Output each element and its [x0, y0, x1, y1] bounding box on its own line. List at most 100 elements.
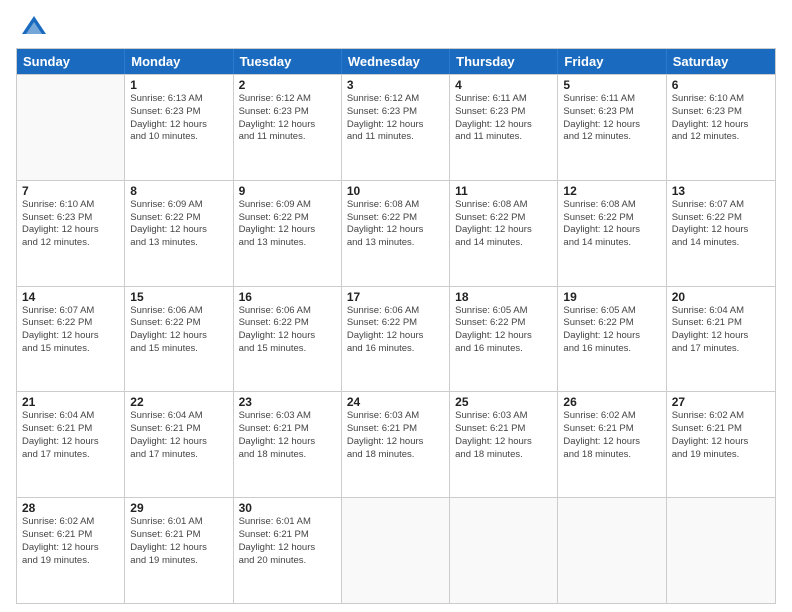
day-number: 16: [239, 290, 336, 304]
day-info: Sunrise: 6:06 AM Sunset: 6:22 PM Dayligh…: [239, 305, 336, 356]
cal-week-3: 14Sunrise: 6:07 AM Sunset: 6:22 PM Dayli…: [17, 286, 775, 392]
cal-cell: 27Sunrise: 6:02 AM Sunset: 6:21 PM Dayli…: [667, 392, 775, 497]
day-info: Sunrise: 6:06 AM Sunset: 6:22 PM Dayligh…: [130, 305, 227, 356]
day-info: Sunrise: 6:11 AM Sunset: 6:23 PM Dayligh…: [563, 93, 660, 144]
cal-cell: 1Sunrise: 6:13 AM Sunset: 6:23 PM Daylig…: [125, 75, 233, 180]
day-info: Sunrise: 6:08 AM Sunset: 6:22 PM Dayligh…: [347, 199, 444, 250]
calendar-header: SundayMondayTuesdayWednesdayThursdayFrid…: [17, 49, 775, 74]
cal-header-tuesday: Tuesday: [234, 49, 342, 74]
cal-cell: 8Sunrise: 6:09 AM Sunset: 6:22 PM Daylig…: [125, 181, 233, 286]
cal-cell: 9Sunrise: 6:09 AM Sunset: 6:22 PM Daylig…: [234, 181, 342, 286]
cal-cell: 17Sunrise: 6:06 AM Sunset: 6:22 PM Dayli…: [342, 287, 450, 392]
day-number: 29: [130, 501, 227, 515]
day-info: Sunrise: 6:07 AM Sunset: 6:22 PM Dayligh…: [22, 305, 119, 356]
cal-cell: 29Sunrise: 6:01 AM Sunset: 6:21 PM Dayli…: [125, 498, 233, 603]
cal-cell: 11Sunrise: 6:08 AM Sunset: 6:22 PM Dayli…: [450, 181, 558, 286]
day-info: Sunrise: 6:08 AM Sunset: 6:22 PM Dayligh…: [455, 199, 552, 250]
cal-cell: 24Sunrise: 6:03 AM Sunset: 6:21 PM Dayli…: [342, 392, 450, 497]
day-number: 23: [239, 395, 336, 409]
day-number: 8: [130, 184, 227, 198]
cal-cell: 22Sunrise: 6:04 AM Sunset: 6:21 PM Dayli…: [125, 392, 233, 497]
day-number: 6: [672, 78, 770, 92]
page: SundayMondayTuesdayWednesdayThursdayFrid…: [0, 0, 792, 612]
cal-header-friday: Friday: [558, 49, 666, 74]
day-info: Sunrise: 6:03 AM Sunset: 6:21 PM Dayligh…: [347, 410, 444, 461]
cal-header-sunday: Sunday: [17, 49, 125, 74]
logo: [16, 12, 48, 40]
cal-cell: 19Sunrise: 6:05 AM Sunset: 6:22 PM Dayli…: [558, 287, 666, 392]
day-info: Sunrise: 6:05 AM Sunset: 6:22 PM Dayligh…: [455, 305, 552, 356]
cal-week-1: 1Sunrise: 6:13 AM Sunset: 6:23 PM Daylig…: [17, 74, 775, 180]
cal-cell: 2Sunrise: 6:12 AM Sunset: 6:23 PM Daylig…: [234, 75, 342, 180]
day-number: 22: [130, 395, 227, 409]
day-number: 18: [455, 290, 552, 304]
day-info: Sunrise: 6:12 AM Sunset: 6:23 PM Dayligh…: [347, 93, 444, 144]
calendar: SundayMondayTuesdayWednesdayThursdayFrid…: [16, 48, 776, 604]
day-info: Sunrise: 6:06 AM Sunset: 6:22 PM Dayligh…: [347, 305, 444, 356]
day-number: 26: [563, 395, 660, 409]
day-number: 2: [239, 78, 336, 92]
day-info: Sunrise: 6:09 AM Sunset: 6:22 PM Dayligh…: [130, 199, 227, 250]
day-number: 11: [455, 184, 552, 198]
cal-cell: 25Sunrise: 6:03 AM Sunset: 6:21 PM Dayli…: [450, 392, 558, 497]
logo-icon: [20, 12, 48, 40]
day-info: Sunrise: 6:10 AM Sunset: 6:23 PM Dayligh…: [672, 93, 770, 144]
cal-header-monday: Monday: [125, 49, 233, 74]
day-number: 25: [455, 395, 552, 409]
day-info: Sunrise: 6:10 AM Sunset: 6:23 PM Dayligh…: [22, 199, 119, 250]
cal-cell: 6Sunrise: 6:10 AM Sunset: 6:23 PM Daylig…: [667, 75, 775, 180]
cal-cell: 14Sunrise: 6:07 AM Sunset: 6:22 PM Dayli…: [17, 287, 125, 392]
day-number: 5: [563, 78, 660, 92]
cal-cell: 12Sunrise: 6:08 AM Sunset: 6:22 PM Dayli…: [558, 181, 666, 286]
cal-cell: 5Sunrise: 6:11 AM Sunset: 6:23 PM Daylig…: [558, 75, 666, 180]
cal-cell: 10Sunrise: 6:08 AM Sunset: 6:22 PM Dayli…: [342, 181, 450, 286]
day-info: Sunrise: 6:09 AM Sunset: 6:22 PM Dayligh…: [239, 199, 336, 250]
day-info: Sunrise: 6:04 AM Sunset: 6:21 PM Dayligh…: [672, 305, 770, 356]
cal-week-5: 28Sunrise: 6:02 AM Sunset: 6:21 PM Dayli…: [17, 497, 775, 603]
day-info: Sunrise: 6:13 AM Sunset: 6:23 PM Dayligh…: [130, 93, 227, 144]
day-info: Sunrise: 6:02 AM Sunset: 6:21 PM Dayligh…: [22, 516, 119, 567]
day-info: Sunrise: 6:11 AM Sunset: 6:23 PM Dayligh…: [455, 93, 552, 144]
day-info: Sunrise: 6:03 AM Sunset: 6:21 PM Dayligh…: [239, 410, 336, 461]
day-number: 30: [239, 501, 336, 515]
day-info: Sunrise: 6:01 AM Sunset: 6:21 PM Dayligh…: [239, 516, 336, 567]
day-number: 12: [563, 184, 660, 198]
day-number: 10: [347, 184, 444, 198]
cal-cell: 20Sunrise: 6:04 AM Sunset: 6:21 PM Dayli…: [667, 287, 775, 392]
day-number: 9: [239, 184, 336, 198]
day-info: Sunrise: 6:01 AM Sunset: 6:21 PM Dayligh…: [130, 516, 227, 567]
cal-header-thursday: Thursday: [450, 49, 558, 74]
cal-cell: 16Sunrise: 6:06 AM Sunset: 6:22 PM Dayli…: [234, 287, 342, 392]
day-info: Sunrise: 6:02 AM Sunset: 6:21 PM Dayligh…: [672, 410, 770, 461]
day-info: Sunrise: 6:03 AM Sunset: 6:21 PM Dayligh…: [455, 410, 552, 461]
day-number: 19: [563, 290, 660, 304]
cal-cell: 26Sunrise: 6:02 AM Sunset: 6:21 PM Dayli…: [558, 392, 666, 497]
day-info: Sunrise: 6:08 AM Sunset: 6:22 PM Dayligh…: [563, 199, 660, 250]
day-number: 17: [347, 290, 444, 304]
cal-header-saturday: Saturday: [667, 49, 775, 74]
header: [16, 12, 776, 40]
cal-cell: [17, 75, 125, 180]
cal-cell: 15Sunrise: 6:06 AM Sunset: 6:22 PM Dayli…: [125, 287, 233, 392]
cal-cell: 30Sunrise: 6:01 AM Sunset: 6:21 PM Dayli…: [234, 498, 342, 603]
cal-cell: 13Sunrise: 6:07 AM Sunset: 6:22 PM Dayli…: [667, 181, 775, 286]
day-number: 13: [672, 184, 770, 198]
cal-cell: 21Sunrise: 6:04 AM Sunset: 6:21 PM Dayli…: [17, 392, 125, 497]
day-number: 15: [130, 290, 227, 304]
cal-cell: 3Sunrise: 6:12 AM Sunset: 6:23 PM Daylig…: [342, 75, 450, 180]
day-info: Sunrise: 6:02 AM Sunset: 6:21 PM Dayligh…: [563, 410, 660, 461]
day-number: 14: [22, 290, 119, 304]
day-info: Sunrise: 6:07 AM Sunset: 6:22 PM Dayligh…: [672, 199, 770, 250]
day-info: Sunrise: 6:04 AM Sunset: 6:21 PM Dayligh…: [22, 410, 119, 461]
cal-cell: [450, 498, 558, 603]
cal-cell: 7Sunrise: 6:10 AM Sunset: 6:23 PM Daylig…: [17, 181, 125, 286]
cal-cell: 23Sunrise: 6:03 AM Sunset: 6:21 PM Dayli…: [234, 392, 342, 497]
day-number: 28: [22, 501, 119, 515]
cal-week-4: 21Sunrise: 6:04 AM Sunset: 6:21 PM Dayli…: [17, 391, 775, 497]
cal-cell: 28Sunrise: 6:02 AM Sunset: 6:21 PM Dayli…: [17, 498, 125, 603]
day-number: 7: [22, 184, 119, 198]
day-info: Sunrise: 6:12 AM Sunset: 6:23 PM Dayligh…: [239, 93, 336, 144]
calendar-body: 1Sunrise: 6:13 AM Sunset: 6:23 PM Daylig…: [17, 74, 775, 603]
cal-cell: [667, 498, 775, 603]
day-number: 24: [347, 395, 444, 409]
